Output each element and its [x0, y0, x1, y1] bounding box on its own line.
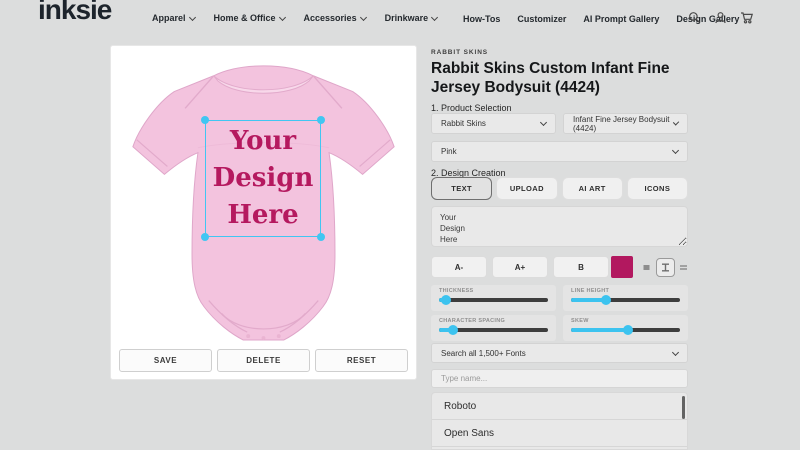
nav-item-label: Apparel	[152, 13, 186, 23]
step1-label: 1. Product Selection	[431, 103, 512, 113]
customizer-page: inksie Apparel Home & Office Accessories…	[0, 0, 800, 450]
primary-nav: Apparel Home & Office Accessories Drinkw…	[152, 13, 437, 23]
design-text-line: Design	[213, 160, 314, 197]
slider-track[interactable]	[439, 298, 548, 302]
design-text-input[interactable]: Your Design Here	[431, 206, 688, 247]
chevron-down-icon	[360, 13, 367, 20]
design-text[interactable]: Your Design Here	[213, 123, 314, 234]
increase-font-button[interactable]: A+	[492, 256, 548, 278]
nav-item-drinkware[interactable]: Drinkware	[385, 13, 438, 23]
thickness-slider: THICKNESS	[431, 285, 556, 311]
text-color-swatch[interactable]	[611, 256, 633, 278]
font-category-row: Search all 1,500+ Fonts	[431, 343, 688, 363]
font-list: Roboto Open Sans	[431, 392, 688, 450]
brand-select[interactable]: Rabbit Skins	[431, 113, 556, 134]
resize-handle-bottom-left[interactable]	[201, 233, 209, 241]
slider-handle[interactable]	[448, 325, 458, 335]
nav-item-label: Home & Office	[214, 13, 276, 23]
design-text-line: Your	[213, 123, 314, 160]
product-select-row: Rabbit Skins Infant Fine Jersey Bodysuit…	[431, 113, 688, 134]
nav-icons	[688, 11, 754, 24]
product-title: Rabbit Skins Custom Infant Fine Jersey B…	[431, 59, 670, 97]
nav-item-home-office[interactable]: Home & Office	[214, 13, 285, 23]
font-list-item-roboto[interactable]: Roboto	[432, 393, 687, 420]
design-selection-box[interactable]: Your Design Here	[205, 120, 321, 237]
chevron-down-icon	[278, 13, 285, 20]
tab-upload[interactable]: UPLOAD	[496, 177, 557, 200]
format-toolbar: A- A+ B	[431, 256, 688, 278]
chevron-down-icon	[672, 348, 679, 355]
nav-item-accessories[interactable]: Accessories	[304, 13, 366, 23]
decrease-font-button[interactable]: A-	[431, 256, 487, 278]
color-select-row: Pink	[431, 141, 688, 162]
design-mode-tabs: TEXT UPLOAD AI ART ICONS	[431, 177, 688, 200]
slider-label: THICKNESS	[439, 288, 548, 294]
slider-track[interactable]	[571, 298, 680, 302]
brand-eyebrow: RABBIT SKINS	[431, 49, 488, 56]
product-title-line: Jersey Bodysuit (4424)	[431, 78, 670, 97]
font-search-input[interactable]	[431, 369, 688, 388]
resize-handle-top-left[interactable]	[201, 116, 209, 124]
tab-ai-art[interactable]: AI ART	[562, 177, 623, 200]
style-select[interactable]: Infant Fine Jersey Bodysuit (4424)	[563, 113, 688, 134]
slider-fill	[571, 328, 628, 332]
brand-select-value: Rabbit Skins	[441, 119, 486, 128]
slider-label: CHARACTER SPACING	[439, 318, 548, 324]
slider-track[interactable]	[571, 328, 680, 332]
font-category-select[interactable]: Search all 1,500+ Fonts	[431, 343, 688, 363]
font-list-scrollbar[interactable]	[682, 396, 685, 419]
search-icon[interactable]	[688, 11, 701, 24]
account-icon[interactable]	[714, 11, 727, 24]
font-category-value: Search all 1,500+ Fonts	[441, 349, 526, 358]
vertical-center-icon[interactable]	[656, 258, 675, 277]
chevron-down-icon	[540, 119, 547, 126]
bold-button[interactable]: B	[553, 256, 609, 278]
character-spacing-slider: CHARACTER SPACING	[431, 315, 556, 341]
slider-label: LINE HEIGHT	[571, 288, 680, 294]
chevron-down-icon	[672, 147, 679, 154]
square-fill-icon[interactable]	[639, 260, 653, 274]
nav-item-label: Accessories	[304, 13, 357, 23]
nav-item-apparel[interactable]: Apparel	[152, 13, 195, 23]
skew-slider: SKEW	[563, 315, 688, 341]
tab-icons[interactable]: ICONS	[627, 177, 688, 200]
style-select-value: Infant Fine Jersey Bodysuit (4424)	[573, 115, 674, 133]
text-sliders: THICKNESS LINE HEIGHT CHARACTER SPACING	[431, 285, 688, 341]
tab-text[interactable]: TEXT	[431, 177, 492, 200]
font-list-item-open-sans[interactable]: Open Sans	[432, 420, 687, 447]
chevron-down-icon	[188, 13, 195, 20]
inksie-logo[interactable]: inksie	[38, 0, 111, 26]
equal-lines-icon[interactable]	[676, 260, 690, 274]
nav-item-label: Drinkware	[385, 13, 429, 23]
slider-handle[interactable]	[623, 325, 633, 335]
slider-label: SKEW	[571, 318, 680, 324]
resize-handle-bottom-right[interactable]	[317, 233, 325, 241]
product-title-line: Rabbit Skins Custom Infant Fine	[431, 59, 670, 78]
resize-handle-top-right[interactable]	[317, 116, 325, 124]
color-select[interactable]: Pink	[431, 141, 688, 162]
delete-button[interactable]: DELETE	[217, 349, 310, 372]
slider-handle[interactable]	[601, 295, 611, 305]
color-select-value: Pink	[441, 147, 457, 156]
line-height-slider: LINE HEIGHT	[563, 285, 688, 311]
reset-button[interactable]: RESET	[315, 349, 408, 372]
save-button[interactable]: SAVE	[119, 349, 212, 372]
design-text-line: Here	[213, 197, 314, 234]
canvas-actions: SAVE DELETE RESET	[119, 349, 408, 372]
cart-icon[interactable]	[740, 11, 754, 24]
slider-track[interactable]	[439, 328, 548, 332]
slider-handle[interactable]	[441, 295, 451, 305]
product-panel: RABBIT SKINS Rabbit Skins Custom Infant …	[431, 0, 688, 450]
design-canvas-card: Your Design Here SAVE DELETE RESET	[110, 45, 417, 380]
